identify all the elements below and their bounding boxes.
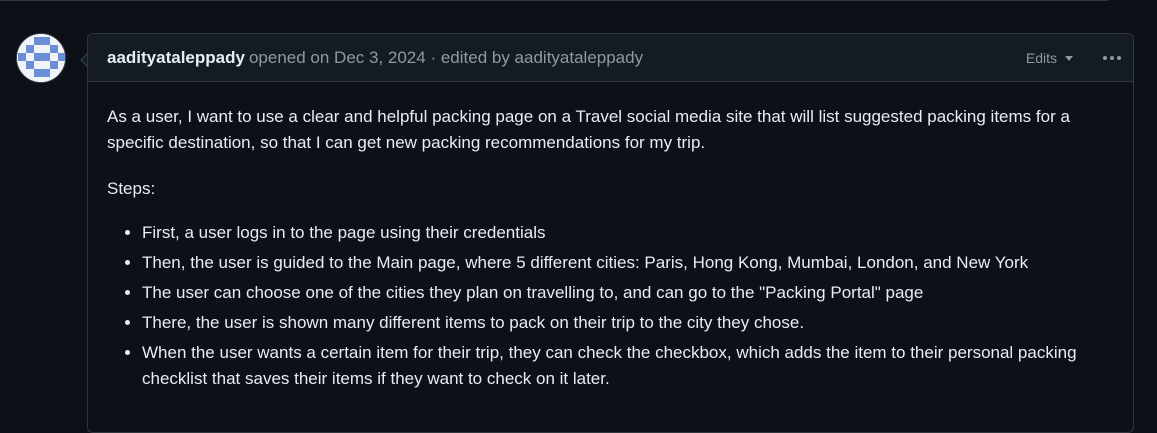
author-link[interactable]: aadityataleppady [107, 48, 245, 68]
kebab-horizontal-icon[interactable] [1103, 55, 1121, 60]
issue-comment: aadityataleppady opened on Dec 3, 2024 ·… [87, 33, 1134, 433]
list-item: Then, the user is guided to the Main pag… [142, 250, 1113, 276]
identicon-avatar-icon [17, 34, 65, 82]
avatar[interactable] [16, 33, 66, 83]
meta-separator: · [425, 47, 441, 67]
edits-dropdown[interactable]: Edits [1026, 50, 1073, 66]
timeline-divider [0, 0, 1108, 1]
opened-date[interactable]: opened on Dec 3, 2024 [249, 48, 426, 67]
user-story: As a user, I want to use a clear and hel… [107, 107, 1070, 152]
kebab-dot [1110, 55, 1114, 60]
list-item: First, a user logs in to the page using … [142, 220, 1113, 246]
edited-by[interactable]: edited by aadityataleppady [441, 48, 643, 67]
chevron-down-icon [1065, 56, 1073, 61]
list-item: There, the user is shown many different … [142, 310, 1113, 336]
list-item: When the user wants a certain item for t… [142, 340, 1113, 392]
kebab-dot [1117, 55, 1121, 60]
edits-label: Edits [1025, 49, 1057, 66]
comment-body: As a user, I want to use a clear and hel… [88, 82, 1133, 392]
kebab-dot [1103, 55, 1107, 60]
comment-header: aadityataleppady opened on Dec 3, 2024 ·… [88, 34, 1133, 82]
steps-list: First, a user logs in to the page using … [107, 220, 1113, 392]
steps-heading: Steps: [107, 179, 156, 198]
comment-meta: opened on Dec 3, 2024 · edited by aadity… [249, 48, 643, 68]
list-item: The user can choose one of the cities th… [142, 280, 1113, 306]
